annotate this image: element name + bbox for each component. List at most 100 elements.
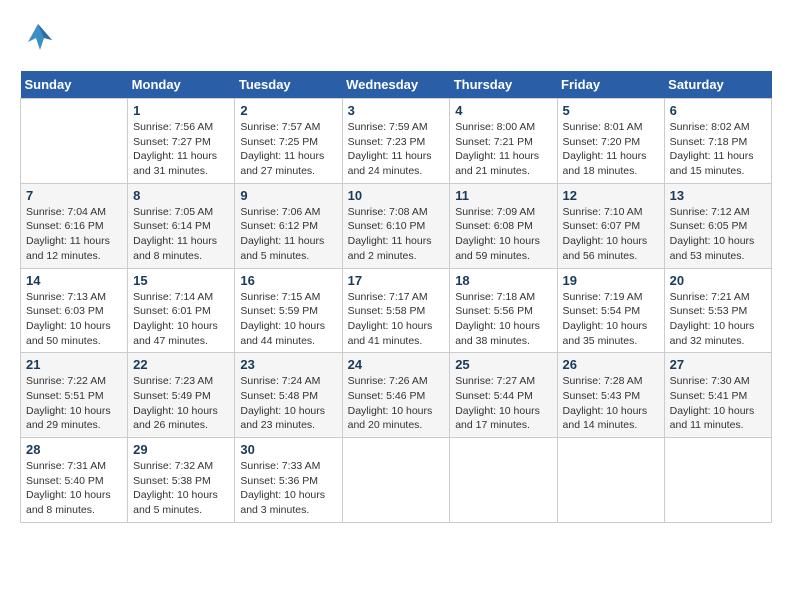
day-info: Sunrise: 7:32 AMSunset: 5:38 PMDaylight:… [133,459,229,518]
day-info: Sunrise: 7:04 AMSunset: 6:16 PMDaylight:… [26,205,122,264]
day-info: Sunrise: 7:06 AMSunset: 6:12 PMDaylight:… [240,205,336,264]
day-info: Sunrise: 7:30 AMSunset: 5:41 PMDaylight:… [670,374,766,433]
day-info: Sunrise: 7:17 AMSunset: 5:58 PMDaylight:… [348,290,445,349]
day-number: 10 [348,188,445,203]
day-info: Sunrise: 7:15 AMSunset: 5:59 PMDaylight:… [240,290,336,349]
day-info: Sunrise: 7:10 AMSunset: 6:07 PMDaylight:… [563,205,659,264]
calendar-cell: 18Sunrise: 7:18 AMSunset: 5:56 PMDayligh… [450,268,557,353]
day-number: 3 [348,103,445,118]
header [20,20,772,61]
calendar-cell: 2Sunrise: 7:57 AMSunset: 7:25 PMDaylight… [235,99,342,184]
calendar-cell: 7 Sunrise: 7:04 AMSunset: 6:16 PMDaylight… [21,183,128,268]
day-number: 27 [670,357,766,372]
calendar-cell: 23 Sunrise: 7:24 AMSunset: 5:48 PMDayligh… [235,353,342,438]
day-info: Sunrise: 7:31 AMSunset: 5:40 PMDaylight:… [26,459,122,518]
calendar-week-1: 7 Sunrise: 7:04 AMSunset: 6:16 PMDaylight… [21,183,772,268]
logo [20,20,60,61]
day-number: 25 [455,357,551,372]
calendar-cell [450,438,557,523]
day-header-thursday: Thursday [450,71,557,99]
calendar-cell: 13 Sunrise: 7:12 AMSunset: 6:05 PMDayligh… [664,183,771,268]
day-number: 16 [240,273,336,288]
day-info: Sunrise: 7:18 AMSunset: 5:56 PMDaylight:… [455,290,551,349]
day-info: Sunrise: 7:59 AMSunset: 7:23 PMDaylight:… [348,120,445,179]
day-info: Sunrise: 7:08 AMSunset: 6:10 PMDaylight:… [348,205,445,264]
day-number: 14 [26,273,122,288]
calendar-cell: 19 Sunrise: 7:19 AMSunset: 5:54 PMDayligh… [557,268,664,353]
day-number: 13 [670,188,766,203]
day-info: Sunrise: 7:05 AMSunset: 6:14 PMDaylight:… [133,205,229,264]
day-header-sunday: Sunday [21,71,128,99]
calendar-cell: 16 Sunrise: 7:15 AMSunset: 5:59 PMDayligh… [235,268,342,353]
day-info: Sunrise: 7:24 AMSunset: 5:48 PMDaylight:… [240,374,336,433]
calendar-cell: 4 Sunrise: 8:00 AMSunset: 7:21 PMDaylight… [450,99,557,184]
day-number: 21 [26,357,122,372]
day-header-wednesday: Wednesday [342,71,450,99]
calendar-cell [21,99,128,184]
calendar-cell: 26 Sunrise: 7:28 AMSunset: 5:43 PMDayligh… [557,353,664,438]
day-info: Sunrise: 7:09 AMSunset: 6:08 PMDaylight:… [455,205,551,264]
day-number: 19 [563,273,659,288]
calendar-cell: 24 Sunrise: 7:26 AMSunset: 5:46 PMDayligh… [342,353,450,438]
day-number: 12 [563,188,659,203]
calendar-cell [342,438,450,523]
calendar-cell: 15 Sunrise: 7:14 AMSunset: 6:01 PMDayligh… [128,268,235,353]
calendar-week-0: 1Sunrise: 7:56 AMSunset: 7:27 PMDaylight… [21,99,772,184]
calendar-cell: 14 Sunrise: 7:13 AMSunset: 6:03 PMDayligh… [21,268,128,353]
calendar-header-row: SundayMondayTuesdayWednesdayThursdayFrid… [21,71,772,99]
day-number: 30 [240,442,336,457]
day-info: Sunrise: 7:26 AMSunset: 5:46 PMDaylight:… [348,374,445,433]
day-header-monday: Monday [128,71,235,99]
day-number: 8 [133,188,229,203]
calendar-cell: 29 Sunrise: 7:32 AMSunset: 5:38 PMDayligh… [128,438,235,523]
calendar-cell: 11Sunrise: 7:09 AMSunset: 6:08 PMDayligh… [450,183,557,268]
day-info: Sunrise: 7:22 AMSunset: 5:51 PMDaylight:… [26,374,122,433]
day-number: 17 [348,273,445,288]
calendar-cell: 27 Sunrise: 7:30 AMSunset: 5:41 PMDayligh… [664,353,771,438]
day-number: 29 [133,442,229,457]
day-number: 26 [563,357,659,372]
day-number: 22 [133,357,229,372]
day-info: Sunrise: 7:12 AMSunset: 6:05 PMDaylight:… [670,205,766,264]
calendar-week-2: 14 Sunrise: 7:13 AMSunset: 6:03 PMDayligh… [21,268,772,353]
calendar-cell: 6Sunrise: 8:02 AMSunset: 7:18 PMDaylight… [664,99,771,184]
day-info: Sunrise: 8:00 AMSunset: 7:21 PMDaylight:… [455,120,551,179]
calendar-cell: 17 Sunrise: 7:17 AMSunset: 5:58 PMDayligh… [342,268,450,353]
day-info: Sunrise: 7:57 AMSunset: 7:25 PMDaylight:… [240,120,336,179]
calendar-cell: 8 Sunrise: 7:05 AMSunset: 6:14 PMDaylight… [128,183,235,268]
day-number: 7 [26,188,122,203]
day-number: 15 [133,273,229,288]
logo-bird-icon [20,20,56,61]
calendar-body: 1Sunrise: 7:56 AMSunset: 7:27 PMDaylight… [21,99,772,523]
day-info: Sunrise: 7:14 AMSunset: 6:01 PMDaylight:… [133,290,229,349]
calendar-cell: 22 Sunrise: 7:23 AMSunset: 5:49 PMDayligh… [128,353,235,438]
day-info: Sunrise: 7:27 AMSunset: 5:44 PMDaylight:… [455,374,551,433]
calendar-cell [664,438,771,523]
day-number: 20 [670,273,766,288]
calendar-week-3: 21 Sunrise: 7:22 AMSunset: 5:51 PMDayligh… [21,353,772,438]
day-header-saturday: Saturday [664,71,771,99]
day-header-friday: Friday [557,71,664,99]
day-number: 23 [240,357,336,372]
day-info: Sunrise: 7:19 AMSunset: 5:54 PMDaylight:… [563,290,659,349]
calendar-cell: 30 Sunrise: 7:33 AMSunset: 5:36 PMDayligh… [235,438,342,523]
day-info: Sunrise: 7:23 AMSunset: 5:49 PMDaylight:… [133,374,229,433]
day-number: 24 [348,357,445,372]
day-info: Sunrise: 7:33 AMSunset: 5:36 PMDaylight:… [240,459,336,518]
day-header-tuesday: Tuesday [235,71,342,99]
calendar-cell: 12 Sunrise: 7:10 AMSunset: 6:07 PMDayligh… [557,183,664,268]
calendar-cell: 9 Sunrise: 7:06 AMSunset: 6:12 PMDaylight… [235,183,342,268]
day-number: 28 [26,442,122,457]
day-info: Sunrise: 8:02 AMSunset: 7:18 PMDaylight:… [670,120,766,179]
calendar-cell [557,438,664,523]
calendar-cell: 21 Sunrise: 7:22 AMSunset: 5:51 PMDayligh… [21,353,128,438]
day-number: 5 [563,103,659,118]
day-info: Sunrise: 7:13 AMSunset: 6:03 PMDaylight:… [26,290,122,349]
day-number: 9 [240,188,336,203]
day-number: 4 [455,103,551,118]
day-number: 1 [133,103,229,118]
calendar-cell: 5Sunrise: 8:01 AMSunset: 7:20 PMDaylight… [557,99,664,184]
day-info: Sunrise: 7:28 AMSunset: 5:43 PMDaylight:… [563,374,659,433]
calendar-week-4: 28 Sunrise: 7:31 AMSunset: 5:40 PMDayligh… [21,438,772,523]
calendar-cell: 25 Sunrise: 7:27 AMSunset: 5:44 PMDayligh… [450,353,557,438]
